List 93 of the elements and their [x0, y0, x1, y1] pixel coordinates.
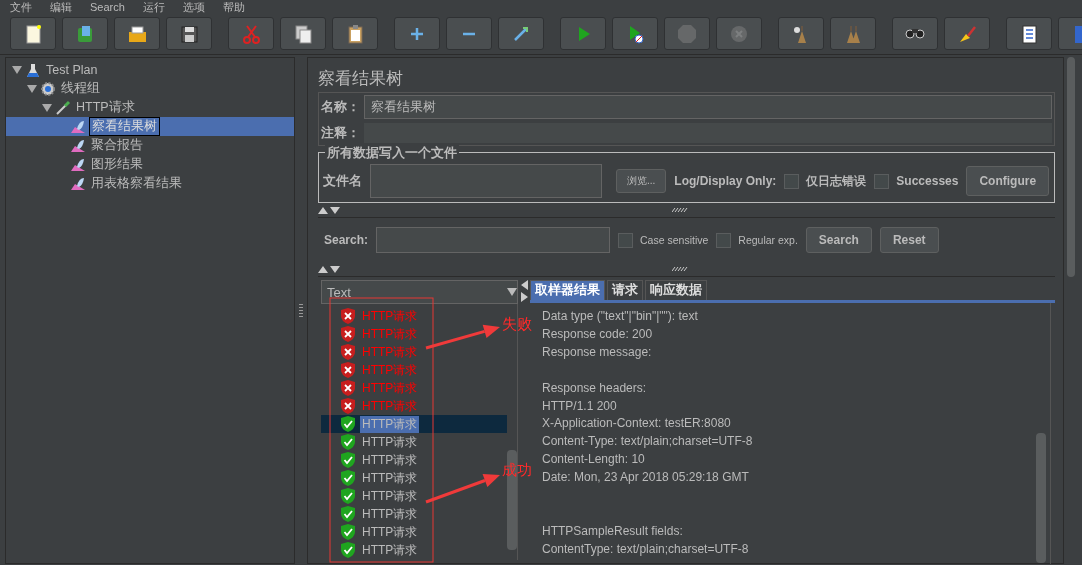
filename-field[interactable]: [370, 164, 602, 198]
result-item[interactable]: HTTP请求: [360, 505, 420, 523]
search-label: Search:: [324, 233, 369, 247]
binoculars-icon: [905, 28, 925, 39]
toolbar-button[interactable]: [332, 17, 378, 50]
menu-item[interactable]: 帮助: [222, 0, 245, 13]
renderer-dropdown[interactable]: Text: [321, 280, 518, 304]
scrollbar-thumb[interactable]: [1036, 433, 1046, 563]
gear-icon: [40, 80, 56, 97]
collapse-arrows-icon[interactable]: [520, 280, 528, 302]
checkbox[interactable]: [784, 173, 800, 189]
checkbox-label: 仅日志错误: [806, 172, 867, 190]
toolbar-button[interactable]: [778, 17, 824, 50]
toolbar-button[interactable]: [114, 17, 160, 50]
tab[interactable]: 响应数据: [645, 280, 707, 300]
chart-icon: [70, 175, 86, 192]
expanded-icon[interactable]: [12, 64, 22, 75]
tab[interactable]: 取样器结果: [530, 280, 605, 300]
tree-item[interactable]: HTTP请求: [74, 99, 137, 116]
expanded-icon[interactable]: [27, 83, 37, 94]
toolbar-button[interactable]: [394, 17, 440, 50]
scrollbar-thumb[interactable]: [1067, 57, 1075, 277]
menu-item[interactable]: 文件: [10, 0, 32, 13]
response-line: Response code: 200: [542, 325, 654, 343]
field-label: 注释：: [321, 124, 360, 142]
response-line: Data type ("text"|"bin"|""): text: [542, 308, 699, 325]
flask-icon: [25, 61, 41, 78]
menu-item[interactable]: Search: [90, 0, 125, 13]
stop-icon: [676, 22, 698, 45]
tree-item[interactable]: 聚合报告: [89, 137, 145, 154]
toolbar-button[interactable]: [10, 17, 56, 50]
toolbar-button[interactable]: [62, 17, 108, 50]
configure-button[interactable]: Configure: [966, 166, 1050, 196]
result-item[interactable]: HTTP请求: [360, 523, 420, 541]
checkbox-label: Regular exp.: [738, 234, 798, 246]
expanded-icon[interactable]: [42, 102, 52, 113]
chart-icon: [70, 118, 86, 135]
tree-item[interactable]: 图形结果: [89, 156, 145, 173]
toolbar-button[interactable]: [892, 17, 938, 50]
tree-item[interactable]: 用表格察看结果: [89, 175, 184, 192]
checkbox[interactable]: [618, 232, 634, 248]
response-line: Response headers:: [542, 379, 648, 397]
collapse-arrows-icon[interactable]: [318, 265, 340, 273]
field-label: 名称：: [321, 98, 360, 116]
result-item[interactable]: HTTP请求: [360, 451, 420, 469]
menu-item[interactable]: 运行: [142, 0, 165, 13]
result-item[interactable]: HTTP请求: [360, 541, 420, 559]
search-button[interactable]: Search: [805, 227, 872, 253]
tree-item[interactable]: Test Plan: [44, 62, 100, 77]
checkbox[interactable]: [874, 173, 890, 189]
response-line: HTTPSampleResult fields:: [542, 522, 684, 540]
splitter-grip-icon[interactable]: [299, 303, 303, 318]
response-line: Date: Mon, 23 Apr 2018 05:29:18 GMT: [542, 469, 750, 487]
response-line: Content-Length: 10: [542, 451, 646, 469]
panel-title: 察看结果树: [318, 68, 404, 90]
checkbox[interactable]: [716, 232, 732, 248]
response-line: ContentType: text/plain;charset=UTF-8: [542, 540, 750, 558]
browse-button[interactable]: 浏览...: [616, 169, 667, 193]
tab[interactable]: 请求: [607, 280, 643, 300]
response-line: HTTP/1.1 200: [542, 397, 618, 415]
annotation-label: 成功: [502, 462, 532, 478]
result-item[interactable]: HTTP请求: [360, 487, 420, 505]
result-item[interactable]: HTTP请求: [360, 433, 420, 451]
name-field[interactable]: 察看结果树: [364, 95, 1052, 119]
menu-item[interactable]: 选项: [182, 0, 205, 13]
chart-icon: [70, 156, 86, 173]
collapse-arrows-icon[interactable]: [318, 206, 340, 214]
copy-icon: [292, 22, 314, 45]
dropdown-caret-icon: [507, 288, 517, 296]
toolbar-button[interactable]: [498, 17, 544, 50]
field-label: 文件名: [323, 172, 362, 190]
splitter-grip-icon[interactable]: [672, 267, 688, 271]
toolbar-button[interactable]: [1006, 17, 1052, 50]
annotation-label: 失败: [502, 316, 532, 332]
tree-item[interactable]: 线程组: [59, 80, 102, 97]
tree-item[interactable]: 察看结果树: [89, 117, 160, 136]
reset-button[interactable]: Reset: [879, 227, 939, 253]
response-line: Response message:: [542, 343, 653, 361]
response-line: X-Application-Context: testER:8080: [542, 415, 732, 433]
log-display-label: Log/Display Only:: [674, 174, 777, 188]
toolbar-button[interactable]: [280, 17, 326, 50]
result-item[interactable]: HTTP请求: [360, 469, 420, 487]
chart-icon: [70, 137, 86, 154]
group-title: 所有数据写入一个文件: [325, 144, 459, 162]
minus-icon: [462, 31, 476, 36]
checkbox-label: Case sensitive: [640, 234, 709, 246]
menu-item[interactable]: 编辑: [50, 0, 72, 13]
splitter-grip-icon[interactable]: [672, 208, 688, 212]
search-field[interactable]: [376, 227, 611, 253]
response-line: Content-Type: text/plain;charset=UTF-8: [542, 433, 754, 451]
toolbar-button[interactable]: [166, 17, 212, 50]
checkbox-label: Successes: [896, 174, 959, 188]
pipette-icon: [55, 99, 71, 116]
